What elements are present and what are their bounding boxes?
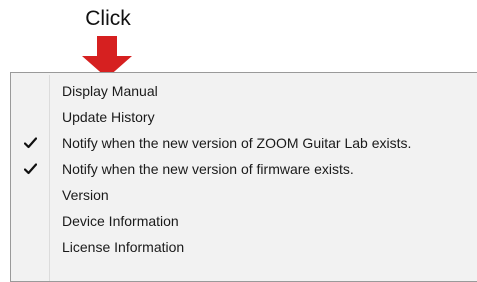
menu-item-label: Version (62, 187, 109, 203)
checkmark-icon (23, 137, 37, 149)
check-slot (11, 78, 49, 104)
checkmark-icon (23, 163, 37, 175)
check-slot (11, 208, 49, 234)
click-callout-label: Click (85, 7, 131, 30)
menu-item-display-manual[interactable]: Display Manual (11, 78, 477, 104)
check-slot (11, 104, 49, 130)
menu-list: Display Manual Update History Notify whe… (11, 78, 477, 260)
menu-item-version[interactable]: Version (11, 182, 477, 208)
check-slot (11, 156, 49, 182)
menu-item-notify-app-update[interactable]: Notify when the new version of ZOOM Guit… (11, 130, 477, 156)
menu-item-label: Update History (62, 109, 155, 125)
menu-item-notify-firmware-update[interactable]: Notify when the new version of firmware … (11, 156, 477, 182)
menu-item-label: Display Manual (62, 83, 158, 99)
menu-item-label: License Information (62, 239, 185, 255)
check-slot (11, 130, 49, 156)
check-slot (11, 234, 49, 260)
menu-item-label: Device Information (62, 213, 179, 229)
check-slot (11, 182, 49, 208)
menu-item-label: Notify when the new version of firmware … (62, 161, 354, 177)
menu-item-update-history[interactable]: Update History (11, 104, 477, 130)
menu-item-label: Notify when the new version of ZOOM Guit… (62, 135, 412, 151)
menu-item-device-information[interactable]: Device Information (11, 208, 477, 234)
menu-item-license-information[interactable]: License Information (11, 234, 477, 260)
context-menu: Display Manual Update History Notify whe… (10, 72, 477, 282)
